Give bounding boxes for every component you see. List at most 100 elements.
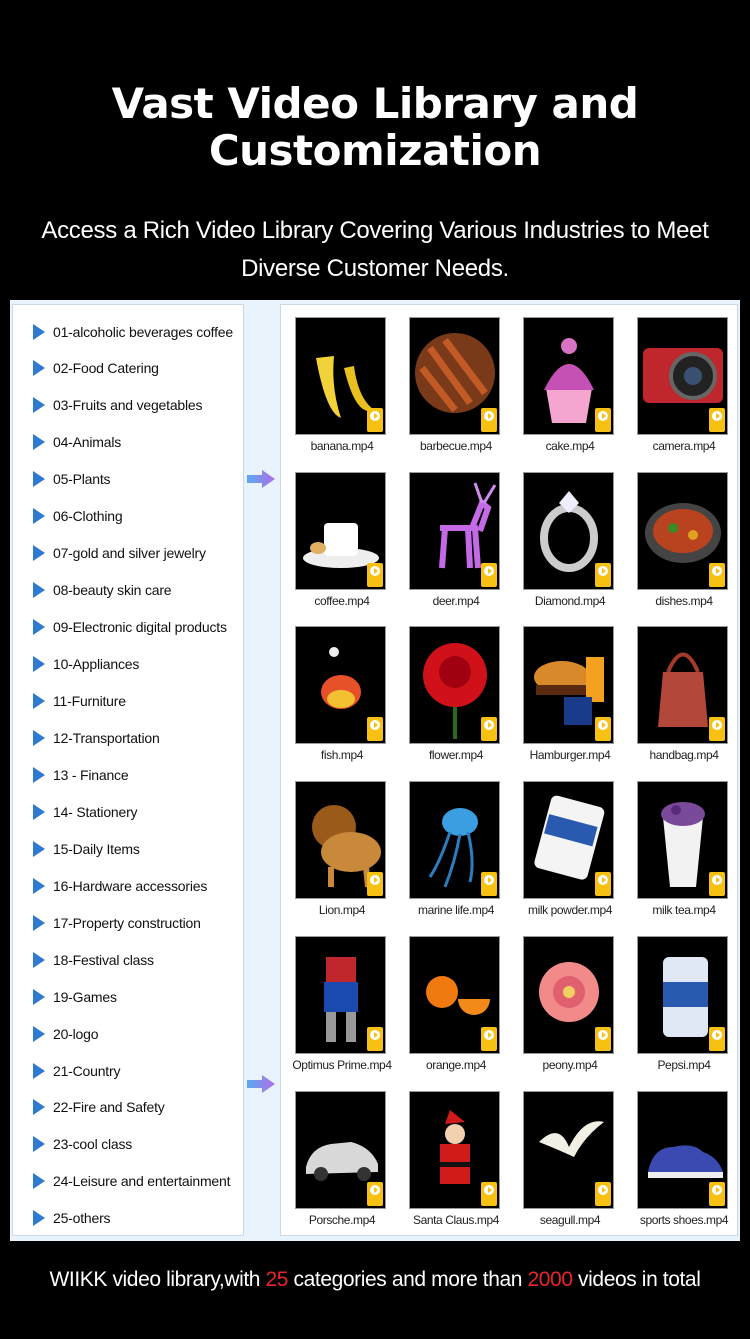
fish-thumbnail[interactable] [295,626,386,745]
orange-thumbnail[interactable] [409,935,500,1054]
video-file-item[interactable]: milk powder.mp4 [513,772,627,927]
video-file-item[interactable]: Optimus Prime.mp4 [285,927,399,1082]
category-item[interactable]: 17-Property construction [13,904,245,941]
expand-triangle-icon[interactable] [33,619,45,636]
video-file-item[interactable]: fish.mp4 [285,617,399,772]
deer-thumbnail[interactable] [409,471,500,590]
category-item[interactable]: 12-Transportation [13,719,245,756]
seagull-thumbnail[interactable] [523,1090,614,1209]
expand-triangle-icon[interactable] [33,1136,45,1153]
video-file-item[interactable]: Pepsi.mp4 [627,927,741,1082]
cupcake-thumbnail[interactable] [523,317,614,435]
video-file-item[interactable]: Hamburger.mp4 [513,617,627,772]
video-file-item[interactable]: orange.mp4 [399,927,513,1082]
expand-triangle-icon[interactable] [33,397,45,414]
category-item[interactable]: 03-Fruits and vegetables [13,387,245,424]
expand-triangle-icon[interactable] [33,951,45,968]
can-thumbnail[interactable] [637,935,728,1054]
video-file-item[interactable]: cake.mp4 [513,308,627,463]
expand-triangle-icon[interactable] [33,914,45,931]
category-item[interactable]: 18-Festival class [13,941,245,978]
category-item[interactable]: 25-others [13,1200,245,1237]
category-item[interactable]: 14- Stationery [13,793,245,830]
expand-triangle-icon[interactable] [33,840,45,857]
jellyfish-thumbnail[interactable] [409,781,500,900]
video-file-item[interactable]: dishes.mp4 [627,463,741,618]
category-item[interactable]: 06-Clothing [13,498,245,535]
category-item[interactable]: 16-Hardware accessories [13,867,245,904]
video-file-item[interactable]: camera.mp4 [627,308,741,463]
category-item[interactable]: 21-Country [13,1052,245,1089]
category-item[interactable]: 19-Games [13,978,245,1015]
category-item[interactable]: 05-Plants [13,461,245,498]
video-file-item[interactable]: barbecue.mp4 [399,308,513,463]
expand-triangle-icon[interactable] [33,803,45,820]
video-file-item[interactable]: banana.mp4 [285,308,399,463]
category-item[interactable]: 15-Daily Items [13,830,245,867]
barbecue-thumbnail[interactable] [409,317,500,435]
category-item[interactable]: 10-Appliances [13,646,245,683]
expand-triangle-icon[interactable] [33,1099,45,1116]
category-item[interactable]: 09-Electronic digital products [13,609,245,646]
dish-thumbnail[interactable] [637,471,728,590]
player-badge-icon [595,562,611,587]
expand-triangle-icon[interactable] [33,693,45,709]
category-item[interactable]: 02-Food Catering [13,350,245,387]
expand-triangle-icon[interactable] [33,1173,45,1190]
santa-thumbnail[interactable] [409,1090,500,1209]
banana-thumbnail[interactable] [295,317,386,435]
video-file-item[interactable]: marine life.mp4 [399,772,513,927]
shoe-thumbnail[interactable] [637,1090,728,1209]
expand-triangle-icon[interactable] [33,323,45,340]
expand-triangle-icon[interactable] [33,471,45,488]
video-file-item[interactable]: Porsche.mp4 [285,1082,399,1237]
coffee-cup-thumbnail[interactable] [295,471,386,590]
video-file-item[interactable]: handbag.mp4 [627,617,741,772]
category-item[interactable]: 01-alcoholic beverages coffee [13,313,245,350]
diamond-ring-thumbnail[interactable] [523,471,614,590]
category-item[interactable]: 20-logo [13,1015,245,1052]
expand-triangle-icon[interactable] [33,766,45,783]
expand-triangle-icon[interactable] [33,582,45,599]
video-file-item[interactable]: sports shoes.mp4 [627,1082,741,1237]
video-file-item[interactable]: peony.mp4 [513,927,627,1082]
robot-thumbnail[interactable] [295,935,386,1054]
video-file-item[interactable]: Diamond.mp4 [513,463,627,618]
video-file-item[interactable]: Santa Claus.mp4 [399,1082,513,1237]
expand-triangle-icon[interactable] [33,988,45,1005]
category-item[interactable]: 24-Leisure and entertainment [13,1163,245,1200]
category-item[interactable]: 22-Fire and Safety [13,1089,245,1126]
expand-triangle-icon[interactable] [33,729,45,746]
camera-thumbnail[interactable] [637,317,728,435]
category-item[interactable]: 11-Furniture [13,683,245,720]
rose-thumbnail[interactable] [409,626,500,745]
expand-triangle-icon[interactable] [33,545,45,562]
expand-triangle-icon[interactable] [33,1025,45,1042]
milk-tea-thumbnail[interactable] [637,781,728,900]
expand-triangle-icon[interactable] [33,360,45,377]
category-item[interactable]: 04-Animals [13,424,245,461]
expand-triangle-icon[interactable] [33,656,45,673]
video-file-item[interactable]: seagull.mp4 [513,1082,627,1237]
category-item[interactable]: 23-cool class [13,1126,245,1163]
expand-triangle-icon[interactable] [33,877,45,894]
video-file-item[interactable]: Lion.mp4 [285,772,399,927]
handbag-thumbnail[interactable] [637,626,728,745]
video-file-item[interactable]: milk tea.mp4 [627,772,741,927]
expand-triangle-icon[interactable] [33,434,45,451]
player-badge-icon [709,872,725,897]
car-thumbnail[interactable] [295,1090,386,1209]
category-item[interactable]: 07-gold and silver jewelry [13,535,245,572]
hamburger-thumbnail[interactable] [523,626,614,745]
expand-triangle-icon[interactable] [33,1210,45,1227]
milk-powder-thumbnail[interactable] [523,781,614,900]
peony-thumbnail[interactable] [523,935,614,1054]
expand-triangle-icon[interactable] [33,1062,45,1079]
lion-thumbnail[interactable] [295,781,386,900]
expand-triangle-icon[interactable] [33,508,45,525]
video-file-item[interactable]: deer.mp4 [399,463,513,618]
video-file-item[interactable]: coffee.mp4 [285,463,399,618]
video-file-item[interactable]: flower.mp4 [399,617,513,772]
category-item[interactable]: 13 - Finance [13,756,245,793]
category-item[interactable]: 08-beauty skin care [13,572,245,609]
